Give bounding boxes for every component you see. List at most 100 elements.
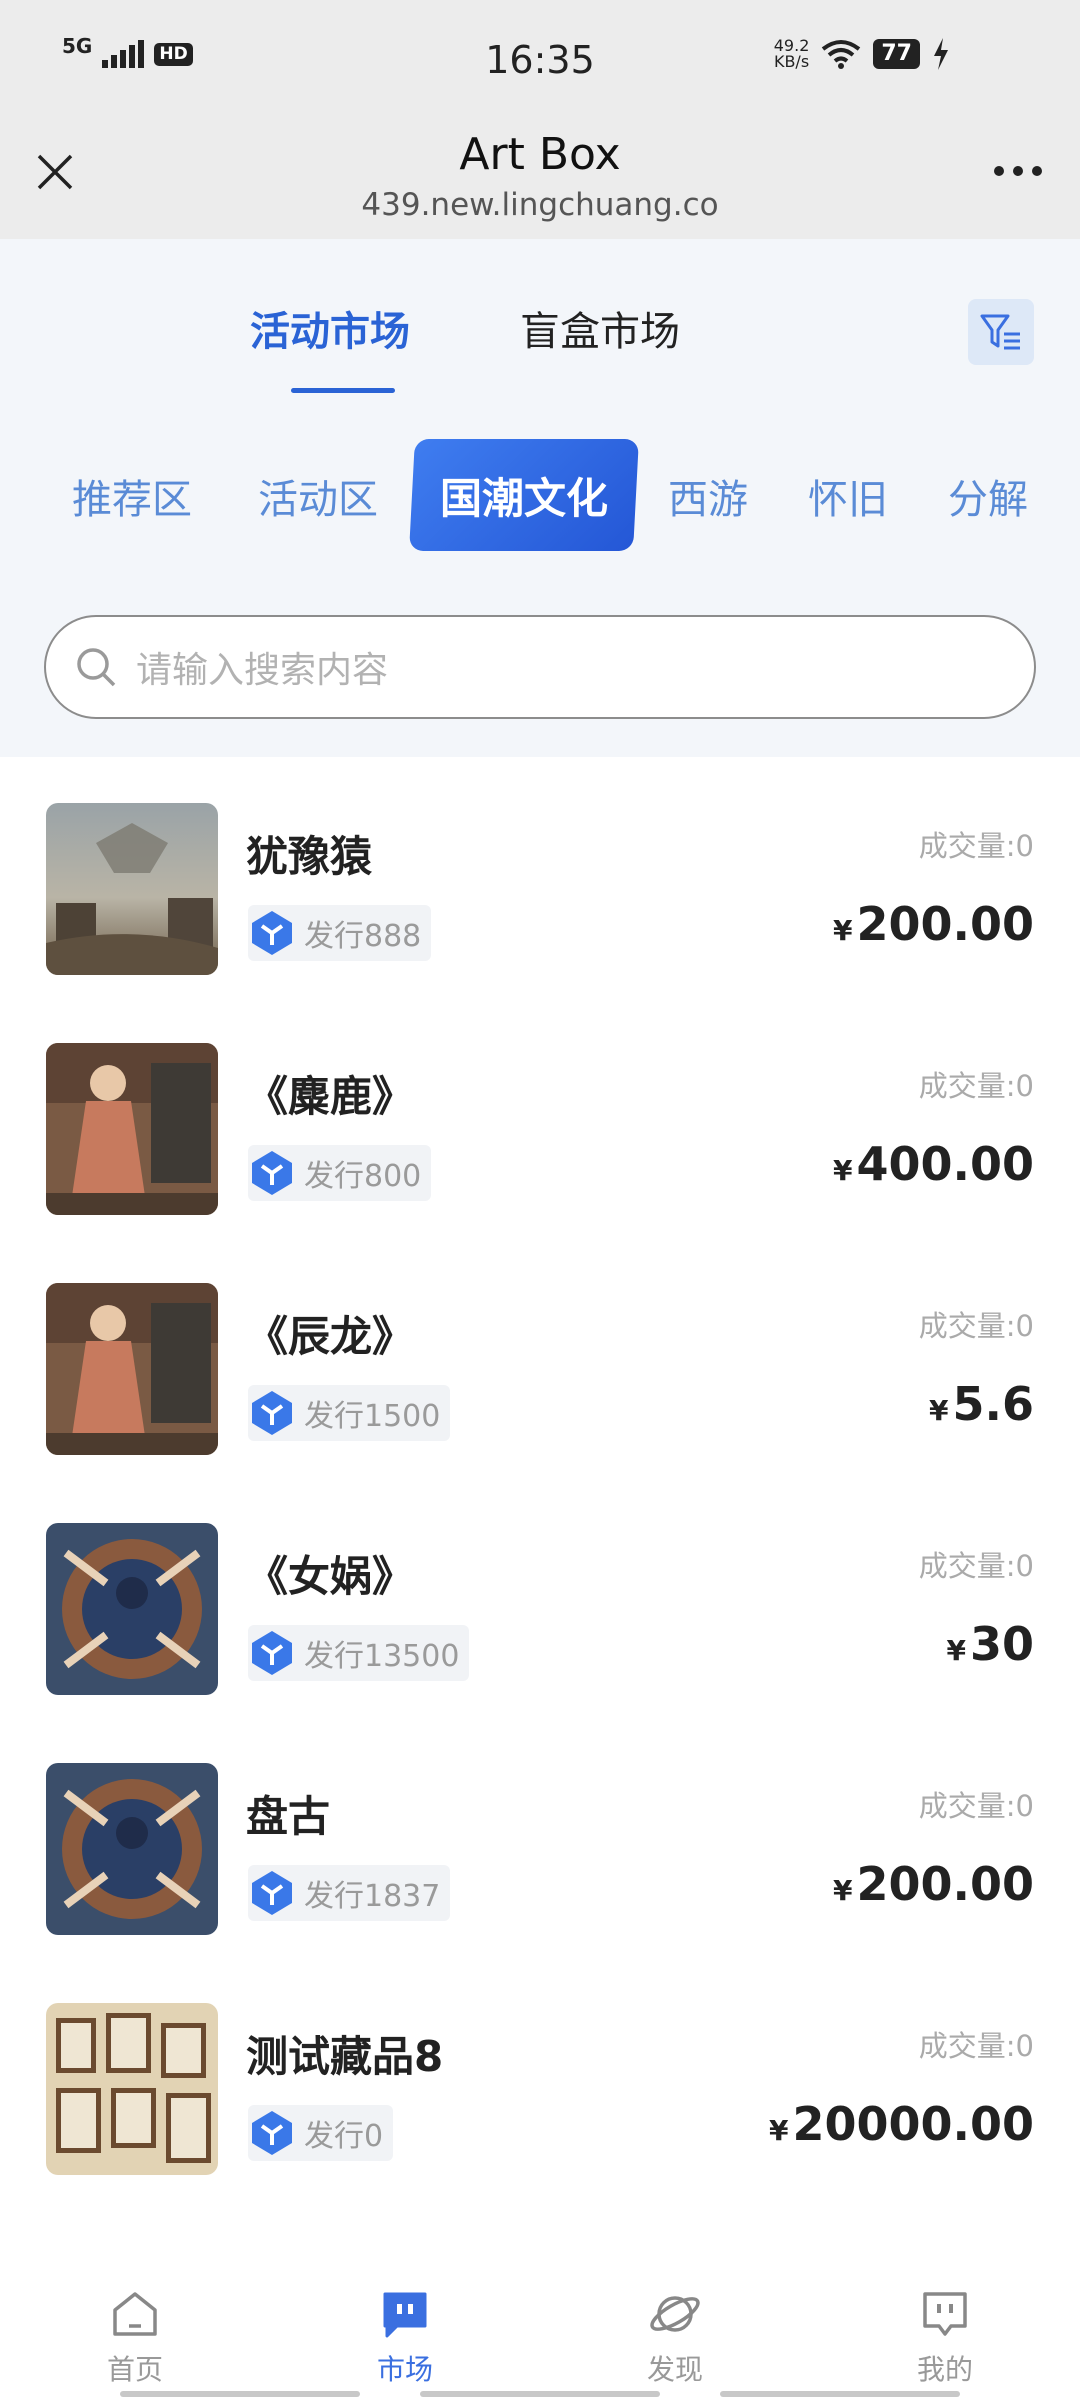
nav-market[interactable]: 市场 — [325, 2286, 485, 2388]
system-indicators: 49.2 KB/s 77 — [774, 38, 950, 70]
category-decompose[interactable]: 分解 — [948, 467, 1028, 525]
search-icon — [77, 648, 116, 687]
list-item[interactable]: 盘古 发行1837 成交量:0 ¥200.00 — [0, 1717, 1080, 1957]
list-item[interactable]: 《辰龙》 发行1500 成交量:0 ¥5.6 — [0, 1237, 1080, 1477]
currency-symbol: ¥ — [833, 1154, 853, 1187]
currency-symbol: ¥ — [833, 1874, 853, 1907]
search-bar[interactable]: 请输入搜索内容 — [44, 615, 1036, 719]
issue-badge: 发行0 — [248, 2105, 394, 2161]
item-name: 《女娲》 — [246, 1552, 415, 1601]
page-title: Art Box — [459, 129, 621, 180]
filter-button[interactable] — [968, 299, 1034, 365]
price-value: 5.6 — [952, 1377, 1035, 1431]
price-value: 30 — [969, 1617, 1034, 1671]
market-icon — [383, 2292, 427, 2338]
trade-volume: 成交量:0 — [918, 829, 1034, 863]
price-value: 400.00 — [856, 1137, 1034, 1191]
issue-count: 发行888 — [304, 919, 422, 954]
item-price: ¥20000.00 — [769, 2097, 1034, 2151]
more-options-button[interactable] — [986, 153, 1050, 189]
item-name: 犹豫猿 — [246, 832, 373, 881]
more-dot — [1013, 166, 1023, 176]
browser-title-bar: Art Box 439.new.lingchuang.co — [0, 125, 1080, 239]
category-guochao-culture[interactable]: 国潮文化 — [409, 439, 639, 551]
chain-cube-icon — [252, 1871, 292, 1915]
issue-badge: 发行1837 — [248, 1865, 451, 1921]
trade-volume: 成交量:0 — [918, 2029, 1034, 2063]
price-value: 200.00 — [856, 897, 1034, 951]
more-dot — [994, 166, 1004, 176]
gesture-bar-segment — [420, 2391, 660, 2397]
item-thumbnail — [46, 803, 218, 975]
chain-cube-icon — [252, 1151, 292, 1195]
battery-indicator: 77 — [873, 39, 920, 69]
currency-symbol: ¥ — [833, 914, 853, 947]
item-price: ¥200.00 — [833, 1857, 1034, 1911]
nav-discover[interactable]: 发现 — [595, 2286, 755, 2388]
speed-unit: KB/s — [773, 52, 810, 71]
price-value: 20000.00 — [792, 2097, 1034, 2151]
list-item[interactable]: 《麋鹿》 发行800 成交量:0 ¥400.00 — [0, 997, 1080, 1237]
item-name: 《辰龙》 — [246, 1312, 415, 1361]
wifi-icon — [822, 40, 861, 69]
issue-count: 发行1500 — [304, 1399, 441, 1434]
currency-symbol: ¥ — [929, 1394, 949, 1427]
issue-count: 发行13500 — [304, 1639, 460, 1674]
market-header: 活动市场 盲盒市场 推荐区 活动区 国潮文化 西游 怀旧 分解 请输入搜索内容 — [0, 239, 1080, 757]
trade-volume: 成交量:0 — [918, 1549, 1034, 1583]
category-journey-west[interactable]: 西游 — [668, 467, 748, 525]
planet-icon — [650, 2296, 700, 2332]
item-price: ¥5.6 — [929, 1377, 1034, 1431]
currency-symbol: ¥ — [768, 2114, 789, 2147]
search-input[interactable]: 请输入搜索内容 — [136, 641, 388, 693]
issue-count: 发行1837 — [304, 1879, 441, 1914]
tab-activity-market[interactable]: 活动市场 — [250, 299, 410, 357]
list-item[interactable]: 测试藏品8 发行0 成交量:0 ¥20000.00 — [0, 1957, 1080, 2197]
chain-cube-icon — [252, 911, 292, 955]
trade-volume: 成交量:0 — [918, 1069, 1034, 1103]
trade-volume: 成交量:0 — [918, 1309, 1034, 1343]
issue-badge: 发行1500 — [248, 1385, 451, 1441]
item-price: ¥200.00 — [833, 897, 1034, 951]
nav-home-label: 首页 — [106, 2353, 163, 2386]
list-item[interactable]: 《女娲》 发行13500 成交量:0 ¥30 — [0, 1477, 1080, 1717]
filter-icon — [980, 314, 1020, 350]
status-bar: 5G HD 16:35 49.2 KB/s 77 — [0, 0, 1080, 125]
list-item[interactable]: 犹豫猿 发行888 成交量:0 ¥200.00 — [0, 757, 1080, 997]
gesture-bar-segment — [120, 2391, 360, 2397]
category-recommended[interactable]: 推荐区 — [72, 467, 192, 525]
nav-home[interactable]: 首页 — [55, 2286, 215, 2388]
nav-market-label: 市场 — [376, 2353, 433, 2386]
category-active-label: 国潮文化 — [439, 473, 608, 523]
category-activity[interactable]: 活动区 — [258, 467, 378, 525]
issue-badge: 发行888 — [248, 905, 432, 961]
nav-profile-label: 我的 — [916, 2353, 973, 2386]
more-dot — [1032, 166, 1042, 176]
item-name: 《麋鹿》 — [246, 1072, 415, 1121]
tab-blindbox-market[interactable]: 盲盒市场 — [520, 299, 680, 357]
nav-discover-label: 发现 — [646, 2353, 703, 2386]
item-thumbnail — [46, 2003, 218, 2175]
nav-profile[interactable]: 我的 — [865, 2286, 1025, 2388]
price-value: 200.00 — [856, 1857, 1034, 1911]
item-name: 盘古 — [246, 1792, 331, 1841]
item-price: ¥30 — [947, 1617, 1035, 1671]
gesture-bar-segment — [720, 2391, 960, 2397]
category-nostalgia[interactable]: 怀旧 — [808, 467, 888, 525]
page-url: 439.new.lingchuang.co — [361, 187, 719, 223]
active-tab-indicator — [291, 388, 395, 393]
item-thumbnail — [46, 1523, 218, 1695]
item-thumbnail — [46, 1043, 218, 1215]
item-name: 测试藏品8 — [246, 2032, 444, 2081]
chain-cube-icon — [252, 1631, 292, 1675]
currency-symbol: ¥ — [946, 1634, 966, 1667]
chain-cube-icon — [252, 2111, 292, 2155]
issue-count: 发行800 — [304, 1159, 422, 1194]
issue-badge: 发行13500 — [248, 1625, 470, 1681]
profile-icon — [923, 2292, 967, 2336]
trade-volume: 成交量:0 — [918, 1789, 1034, 1823]
network-speed: 49.2 KB/s — [774, 38, 810, 70]
item-thumbnail — [46, 1283, 218, 1455]
chain-cube-icon — [252, 1391, 292, 1435]
issue-count: 发行0 — [304, 2119, 384, 2154]
